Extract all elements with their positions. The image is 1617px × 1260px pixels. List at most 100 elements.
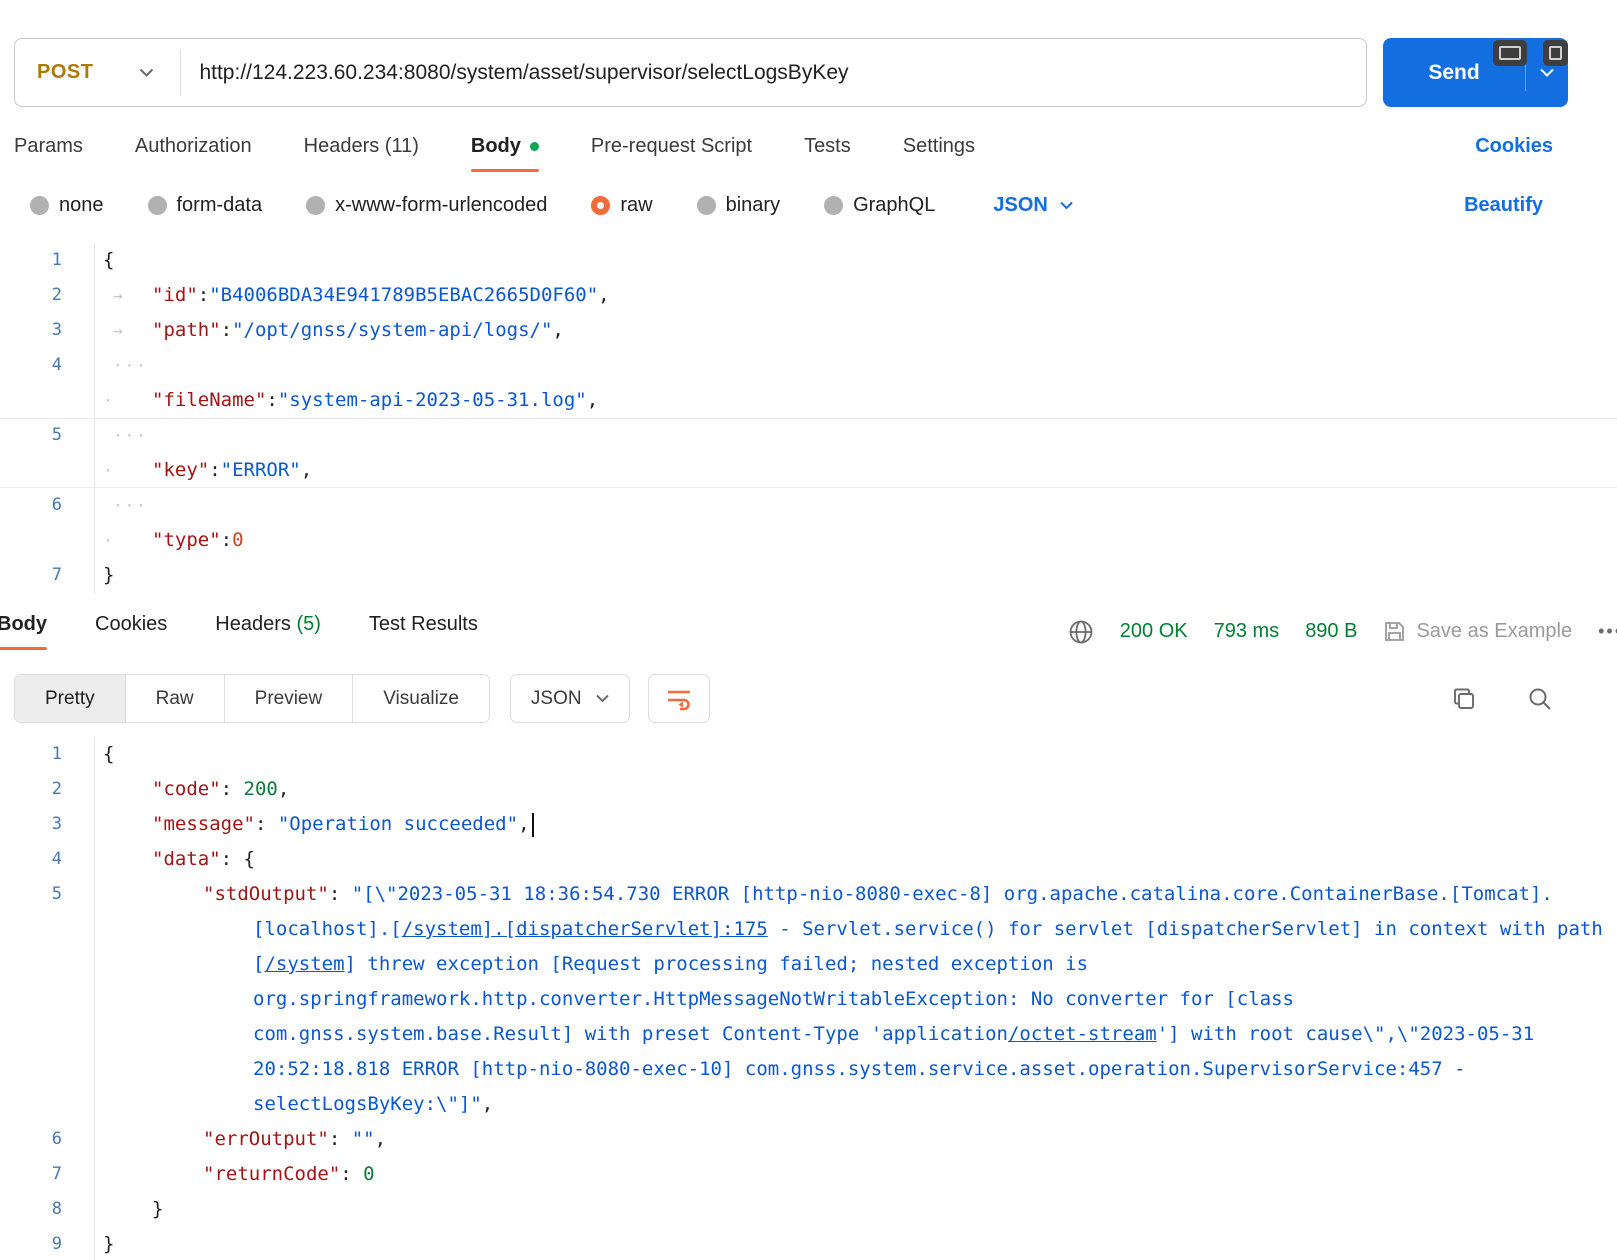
code-line: 8} <box>0 1192 1617 1227</box>
send-options-chevron-icon[interactable] <box>1526 68 1568 77</box>
view-pretty-button[interactable]: Pretty <box>15 675 125 722</box>
request-language-label: JSON <box>993 194 1048 216</box>
response-language-select[interactable]: JSON <box>509 674 630 723</box>
line-number: 2 <box>0 278 95 313</box>
response-tab-test-results[interactable]: Test Results <box>369 613 478 650</box>
radio-icon <box>30 196 49 215</box>
code-line: 5 ···· "key":"ERROR", <box>0 418 1617 488</box>
request-language-select[interactable]: JSON <box>993 194 1073 217</box>
response-status: 200 OK 793 ms 890 B Save as Example ••• <box>1068 619 1617 645</box>
radio-binary[interactable]: binary <box>696 194 781 217</box>
more-options-icon[interactable]: ••• <box>1598 621 1617 642</box>
radio-form-data-label: form-data <box>176 194 263 216</box>
code-line: 6 "errOutput": "", <box>0 1122 1617 1157</box>
tab-authorization[interactable]: Authorization <box>135 135 252 172</box>
code-line: 3 "message": "Operation succeeded", <box>0 807 1617 842</box>
url-input[interactable]: http://124.223.60.234:8080/system/asset/… <box>181 61 1366 85</box>
beautify-link[interactable]: Beautify <box>1464 194 1543 217</box>
cookies-link[interactable]: Cookies <box>1475 135 1553 172</box>
response-tab-cookies[interactable]: Cookies <box>95 613 167 650</box>
method-label: POST <box>37 61 94 83</box>
radio-selected-icon <box>591 196 611 215</box>
tab-headers[interactable]: Headers (11) <box>304 135 419 172</box>
line-number: 8 <box>0 1192 95 1227</box>
status-size: 890 B <box>1305 620 1358 642</box>
radio-binary-label: binary <box>725 194 781 216</box>
line-number: 4 <box>0 842 95 877</box>
code-line: 1{ <box>0 737 1617 772</box>
request-body-editor[interactable]: 1{2 → "id":"B4006BDA34E941789B5EBAC2665D0F… <box>0 243 1617 593</box>
tab-body[interactable]: Body <box>470 135 539 172</box>
response-toolbar-icons <box>1451 686 1553 712</box>
response-body-editor[interactable]: 1{2 "code": 200, 3 "message": "Operation su… <box>0 737 1617 1260</box>
headers-count-badge: (5) <box>296 613 321 635</box>
radio-raw-label: raw <box>620 194 653 216</box>
window-toolbar <box>1493 40 1568 66</box>
code-line: 4 "data": { <box>0 842 1617 877</box>
url-box: POST http://124.223.60.234:8080/system/a… <box>14 38 1367 107</box>
status-code: 200 OK <box>1119 620 1188 642</box>
line-number: 1 <box>0 243 95 278</box>
radio-x-www-form-urlencoded[interactable]: x-www-form-urlencoded <box>306 194 547 217</box>
save-as-example-button[interactable]: Save as Example <box>1383 620 1572 643</box>
radio-none-label: none <box>59 194 104 216</box>
response-tab-body[interactable]: Body <box>0 613 47 650</box>
view-preview-button[interactable]: Preview <box>223 675 353 722</box>
save-as-example-label: Save as Example <box>1416 620 1573 642</box>
wrap-lines-button[interactable] <box>647 674 710 723</box>
api-client-window: POST http://124.223.60.234:8080/system/a… <box>0 38 1617 1260</box>
line-number: 5 <box>0 418 95 488</box>
line-number: 7 <box>0 1157 95 1192</box>
radio-icon <box>696 196 716 215</box>
tab-tests[interactable]: Tests <box>804 135 851 172</box>
radio-urlencoded-label: x-www-form-urlencoded <box>335 194 548 216</box>
code-line: 4 ···· "fileName":"system-api-2023-05-31.l… <box>0 348 1617 418</box>
copy-icon[interactable] <box>1451 686 1477 712</box>
tab-settings[interactable]: Settings <box>903 135 975 172</box>
code-line: 2 → "id":"B4006BDA34E941789B5EBAC2665D0F60… <box>0 278 1617 313</box>
line-number: 9 <box>0 1227 95 1260</box>
response-tabs: Body Cookies Headers (5) Test Results <box>0 613 478 650</box>
code-line: 7 "returnCode": 0 <box>0 1157 1617 1192</box>
network-globe-icon[interactable] <box>1068 619 1094 645</box>
chevron-down-icon <box>595 694 609 703</box>
layout-panel-icon[interactable] <box>1493 40 1527 66</box>
body-type-row: none form-data x-www-form-urlencoded raw… <box>30 194 1543 217</box>
radio-icon <box>824 196 844 215</box>
status-time: 793 ms <box>1213 620 1280 642</box>
request-url-bar: POST http://124.223.60.234:8080/system/a… <box>14 38 1568 107</box>
radio-icon <box>306 196 326 215</box>
line-number: 4 <box>0 348 95 418</box>
view-raw-button[interactable]: Raw <box>124 675 224 722</box>
code-line: 9} <box>0 1227 1617 1260</box>
chevron-down-icon <box>1060 201 1073 210</box>
search-icon[interactable] <box>1527 686 1553 712</box>
line-number: 6 <box>0 1122 95 1157</box>
code-line: 2 "code": 200, <box>0 772 1617 807</box>
line-number: 3 <box>0 313 95 348</box>
line-number: 5 <box>0 877 95 1122</box>
radio-none[interactable]: none <box>30 194 104 217</box>
code-line: 5 "stdOutput": "[\"2023-05-31 18:36:54.73… <box>0 877 1617 1122</box>
view-visualize-button[interactable]: Visualize <box>352 675 489 722</box>
response-view-switcher: Pretty Raw Preview Visualize <box>14 674 490 723</box>
radio-form-data[interactable]: form-data <box>147 194 263 217</box>
sidebar-panel-icon[interactable] <box>1543 40 1568 66</box>
response-toolbar: Pretty Raw Preview Visualize JSON <box>14 674 1553 723</box>
tab-pre-request-script[interactable]: Pre-request Script <box>591 135 752 172</box>
body-modified-dot-icon <box>529 142 539 152</box>
response-language-label: JSON <box>530 687 582 709</box>
response-tab-headers[interactable]: Headers (5) <box>215 613 321 650</box>
code-line: 6 ···· "type":0 <box>0 488 1617 558</box>
method-select[interactable]: POST <box>15 61 180 84</box>
tab-params[interactable]: Params <box>14 135 83 172</box>
line-number: 7 <box>0 558 95 593</box>
line-number: 3 <box>0 807 95 842</box>
code-line: 3 → "path":"/opt/gnss/system-api/logs/", <box>0 313 1617 348</box>
wrap-lines-icon <box>667 690 690 710</box>
line-number: 2 <box>0 772 95 807</box>
radio-graphql[interactable]: GraphQL <box>824 194 935 217</box>
radio-raw[interactable]: raw <box>591 194 653 217</box>
code-line: 1{ <box>0 243 1617 278</box>
radio-graphql-label: GraphQL <box>853 194 936 216</box>
